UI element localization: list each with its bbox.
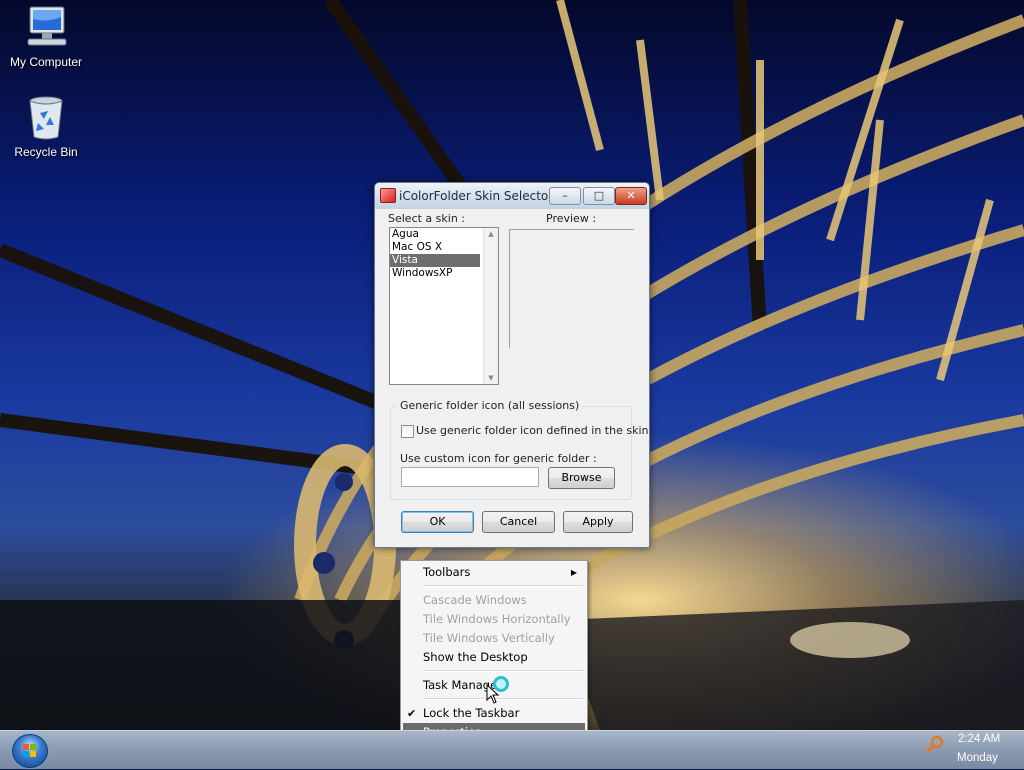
maximize-button[interactable]: □	[583, 187, 615, 205]
desktop-icon-recycle-bin[interactable]: Recycle Bin	[3, 95, 89, 159]
generic-icon-checkbox-label[interactable]: Use generic folder icon defined in the s…	[416, 424, 649, 437]
skin-list-item-selected[interactable]: Vista	[390, 254, 480, 267]
dialog-title: iColorFolder Skin Selector	[399, 189, 554, 203]
dialog-titlebar[interactable]: iColorFolder Skin Selector – □ ✕	[375, 183, 649, 209]
start-button[interactable]	[12, 734, 48, 768]
taskbar-context-menu: Toolbars ▶ Cascade Windows Tile Windows …	[400, 560, 588, 746]
skin-list-item[interactable]: WindowsXP	[390, 267, 480, 280]
menu-item-label: Tile Windows Horizontally	[423, 612, 571, 626]
browse-button[interactable]: Browse	[548, 467, 615, 489]
generic-icon-checkbox[interactable]	[401, 425, 414, 438]
ok-button[interactable]: OK	[401, 511, 474, 533]
custom-icon-label: Use custom icon for generic folder :	[400, 452, 597, 465]
menu-item-show-desktop[interactable]: Show the Desktop	[403, 648, 585, 667]
skin-listbox[interactable]: Agua Mac OS X Vista WindowsXP ▲ ▼	[389, 227, 499, 385]
menu-item-tile-horizontally: Tile Windows Horizontally	[403, 610, 585, 629]
computer-icon	[22, 5, 70, 51]
menu-separator	[423, 670, 583, 672]
close-icon: ✕	[626, 189, 636, 202]
recycle-bin-icon	[22, 95, 70, 141]
menu-item-label: Show the Desktop	[423, 650, 528, 664]
busy-ring-icon	[493, 676, 509, 692]
minimize-button[interactable]: –	[549, 187, 581, 205]
menu-item-label: Toolbars	[423, 565, 471, 579]
apply-button[interactable]: Apply	[563, 511, 633, 533]
minimize-icon: –	[562, 189, 568, 202]
preview-area	[509, 229, 634, 348]
skin-selector-dialog: iColorFolder Skin Selector – □ ✕ Select …	[374, 182, 650, 548]
checkmark-icon: ✔	[407, 707, 417, 720]
desktop-icon-label: My Computer	[9, 55, 83, 69]
search-tray-icon[interactable]	[925, 735, 945, 758]
app-icon	[380, 188, 396, 203]
cancel-button[interactable]: Cancel	[482, 511, 555, 533]
scroll-up-icon[interactable]: ▲	[484, 230, 498, 238]
maximize-icon: □	[593, 189, 605, 202]
windows-logo-icon	[23, 744, 36, 757]
desktop-icon-label: Recycle Bin	[14, 145, 78, 159]
skin-list-item[interactable]: Agua	[390, 228, 480, 241]
clock-time[interactable]: 2:24 AM	[958, 733, 1000, 745]
scroll-down-icon[interactable]: ▼	[484, 374, 498, 382]
menu-item-toolbars[interactable]: Toolbars ▶	[403, 563, 585, 582]
taskbar[interactable]: 2:24 AM Monday	[0, 730, 1024, 769]
skin-list-item[interactable]: Mac OS X	[390, 241, 480, 254]
preview-label: Preview :	[546, 212, 597, 225]
menu-item-cascade-windows: Cascade Windows	[403, 591, 585, 610]
menu-item-label: Tile Windows Vertically	[423, 631, 555, 645]
desktop-icon-my-computer[interactable]: My Computer	[3, 5, 89, 69]
menu-item-label: Cascade Windows	[423, 593, 527, 607]
submenu-arrow-icon: ▶	[570, 568, 577, 577]
listbox-scrollbar[interactable]: ▲ ▼	[483, 228, 498, 384]
close-button[interactable]: ✕	[615, 187, 647, 205]
menu-item-tile-vertically: Tile Windows Vertically	[403, 629, 585, 648]
custom-icon-input[interactable]	[401, 467, 539, 487]
menu-separator	[423, 585, 583, 587]
group-legend: Generic folder icon (all sessions)	[397, 399, 583, 412]
clock-day[interactable]: Monday	[957, 752, 998, 764]
select-skin-label: Select a skin :	[388, 212, 465, 225]
